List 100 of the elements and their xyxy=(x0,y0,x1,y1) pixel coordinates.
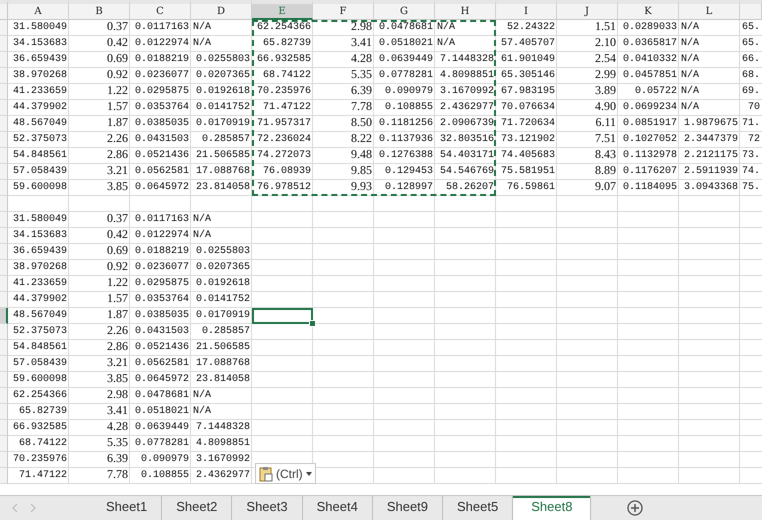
table-cell-text: 0.0457851 xyxy=(622,69,678,83)
table-cell-text: 70 xyxy=(746,101,761,115)
table-cell-text: 0.1176207 xyxy=(622,165,678,179)
table-cell-text: 58.26207 xyxy=(444,181,495,195)
select-all-corner[interactable] xyxy=(0,0,8,20)
table-cell-text: 0.090979 xyxy=(384,85,434,99)
column-header[interactable] xyxy=(740,0,762,20)
table-cell-text: 0.0562581 xyxy=(134,357,190,371)
add-sheet-icon[interactable] xyxy=(627,500,644,516)
table-cell-text: 0.0207365 xyxy=(194,69,251,83)
table-cell-text: 71.47122 xyxy=(262,101,312,115)
table-cell-text: 0.0188219 xyxy=(134,53,190,67)
table-cell-text: 0.0639449 xyxy=(134,421,190,435)
table-cell-text: 2.86 xyxy=(106,340,129,355)
sheet-tab[interactable]: Sheet2 xyxy=(162,496,232,520)
sheet-tab[interactable]: Sheet4 xyxy=(302,496,373,520)
table-cell-text: 21.506585 xyxy=(194,149,251,163)
table-cell-text: 65.82739 xyxy=(18,405,68,419)
table-cell-text: 0.69 xyxy=(106,52,129,67)
table-cell-text: 52.375073 xyxy=(12,325,68,339)
column-header[interactable]: K xyxy=(618,0,679,20)
table-cell-text: 0.1276388 xyxy=(378,149,434,163)
column-header[interactable]: B xyxy=(69,0,130,20)
sheet-tab[interactable]: Sheet1 xyxy=(92,496,162,520)
column-header[interactable]: C xyxy=(130,0,191,20)
table-cell-text: 3.85 xyxy=(106,372,129,387)
table-cell-text: 34.153683 xyxy=(12,37,68,51)
table-cell-text: 6.39 xyxy=(350,84,373,99)
table-cell-text: 1.57 xyxy=(106,292,129,307)
table-cell-text: 17.088768 xyxy=(194,165,251,179)
table-cell-text: 1.51 xyxy=(594,20,617,35)
column-header[interactable]: J xyxy=(557,0,618,20)
table-cell-text: 3.21 xyxy=(106,164,129,179)
table-cell-text: 0.285857 xyxy=(200,133,251,147)
table-cell-text: 0.0236077 xyxy=(134,69,190,83)
table-cell-text: 3.85 xyxy=(106,180,129,195)
table-cell-text: 8.43 xyxy=(594,148,617,163)
table-cell-text: 0.285857 xyxy=(200,325,251,339)
table-cell-text: 23.814058 xyxy=(194,181,251,195)
table-cell-text: 0.0295875 xyxy=(134,85,190,99)
scroll-left-icon[interactable] xyxy=(12,504,18,512)
column-header[interactable]: G xyxy=(374,0,435,20)
table-cell-text: 73.121902 xyxy=(500,133,556,147)
table-cell-text: 7.1448328 xyxy=(438,53,495,67)
column-header[interactable]: H xyxy=(435,0,496,20)
column-header[interactable]: E xyxy=(252,0,313,20)
table-cell-text: 65.82739 xyxy=(262,37,312,51)
column-header[interactable]: D xyxy=(191,0,252,20)
table-cell-text: 75.581951 xyxy=(500,165,556,179)
table-cell-text: 1.9879675 xyxy=(682,117,739,131)
table-cell-text: 62.254366 xyxy=(12,389,68,403)
table-cell-text: 70.235976 xyxy=(256,85,312,99)
table-cell-text: 76.978512 xyxy=(256,181,312,195)
table-cell-text: 0.090979 xyxy=(140,453,190,467)
column-header[interactable]: L xyxy=(679,0,740,20)
table-cell-text: 0.92 xyxy=(106,68,129,83)
table-cell-text: 70.235976 xyxy=(12,453,68,467)
table-cell-text: 3.41 xyxy=(350,36,373,51)
table-cell-text: 4.28 xyxy=(350,52,373,67)
table-cell-text: 21.506585 xyxy=(194,341,251,355)
table-cell-text: 1.87 xyxy=(106,308,129,323)
sheet-tab[interactable]: Sheet8 xyxy=(513,496,592,520)
sheet-tab[interactable]: Sheet3 xyxy=(232,496,303,520)
table-cell-text: 0.0188219 xyxy=(134,245,190,259)
column-header[interactable]: F xyxy=(313,0,374,20)
table-cell-text: 52.24322 xyxy=(506,21,556,35)
table-cell-text: 5.35 xyxy=(350,68,373,83)
table-cell-text: N/A xyxy=(192,212,212,227)
table-cell-text: 70.076634 xyxy=(500,101,556,115)
column-header[interactable]: I xyxy=(496,0,557,20)
table-cell-text: 0.1027052 xyxy=(622,133,678,147)
fill-handle[interactable] xyxy=(309,320,316,327)
table-cell-text: 71. xyxy=(741,117,762,131)
table-cell-text: 2.86 xyxy=(106,148,129,163)
column-header[interactable]: A xyxy=(8,0,69,20)
table-cell-text: 4.28 xyxy=(106,420,129,435)
table-cell-text: 0.42 xyxy=(106,228,129,243)
table-cell-text: 69. xyxy=(741,85,762,99)
table-cell-text: 0.0295875 xyxy=(134,277,190,291)
paste-options-button[interactable]: (Ctrl) xyxy=(255,463,316,484)
table-cell-text: 0.0431503 xyxy=(134,325,190,339)
selected-cell[interactable] xyxy=(252,308,313,324)
scroll-right-icon[interactable] xyxy=(30,504,36,512)
table-cell-text: 0.0851917 xyxy=(622,117,678,131)
row-header[interactable] xyxy=(0,308,8,324)
table-cell-text: 0.0141752 xyxy=(194,293,251,307)
table-cell-text: 38.970268 xyxy=(12,69,68,83)
sheet-tab[interactable]: Sheet9 xyxy=(372,496,444,520)
table-cell-text: 0.0385035 xyxy=(134,117,190,131)
table-cell-text: 38.970268 xyxy=(12,261,68,275)
table-cell-text: 7.51 xyxy=(594,132,617,147)
table-cell-text: 71.720634 xyxy=(500,117,556,131)
table-cell-text: 54.848561 xyxy=(12,149,68,163)
table-cell-text: 0.129453 xyxy=(384,165,434,179)
table-cell-text: 2.10 xyxy=(594,36,617,51)
table-cell-text: 3.0943368 xyxy=(682,181,739,195)
table-cell-text: 72.236024 xyxy=(256,133,312,147)
table-cell-text: 0.1132978 xyxy=(622,149,678,163)
table-cell-text: 0.0521436 xyxy=(134,149,190,163)
table-cell-text: 2.4362977 xyxy=(194,469,251,483)
